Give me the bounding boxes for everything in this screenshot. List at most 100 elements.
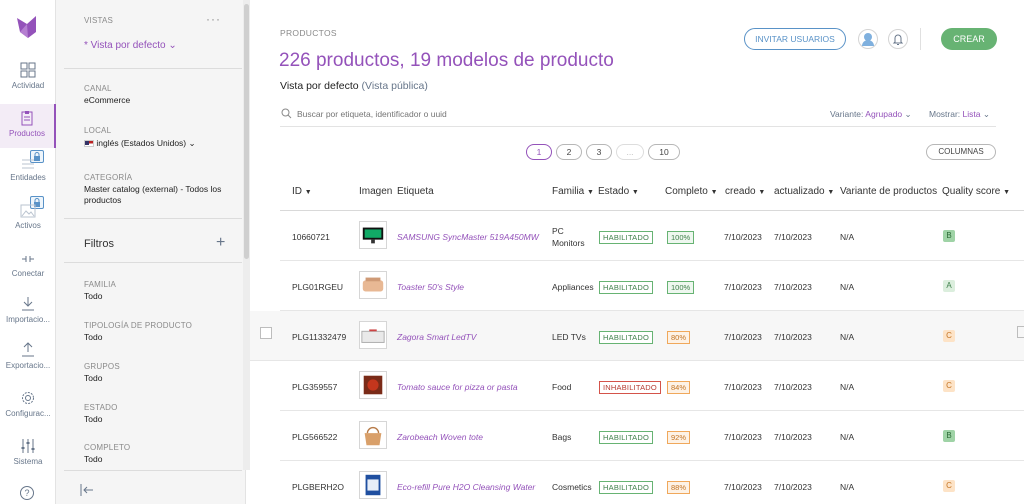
nav-item-activity[interactable]: Actividad: [0, 62, 56, 106]
filter-value-status[interactable]: Todo: [84, 414, 102, 424]
column-header-family[interactable]: Familia ▼: [552, 186, 594, 197]
column-label: ID: [292, 186, 302, 197]
status-badge: HABILITADO: [599, 331, 654, 344]
completeness-badge: 80%: [667, 331, 691, 344]
category-value-line2[interactable]: productos: [84, 195, 121, 205]
nav-item-imports[interactable]: Importacio...: [0, 296, 56, 340]
nav-label: Actividad: [11, 81, 45, 90]
page-1-button[interactable]: 1: [526, 144, 552, 160]
product-label-link[interactable]: Toaster 50's Style: [397, 282, 464, 292]
variant-selector[interactable]: Variante: Agrupado ⌄: [830, 109, 912, 120]
columns-button[interactable]: COLUMNAS: [926, 144, 996, 160]
table-row[interactable]: PLG01RGEU Toaster 50's Style Appliances HAB…: [280, 261, 1024, 311]
column-header-created[interactable]: creado ▼: [725, 186, 765, 197]
invite-users-button[interactable]: INVITAR USUARIOS: [744, 28, 846, 50]
product-variant: N/A: [840, 432, 855, 442]
column-label: actualizado: [774, 186, 825, 197]
chevron-down-icon: ⌄: [188, 138, 196, 148]
create-button[interactable]: CREAR: [941, 28, 997, 50]
view-subtitle: Vista por defecto (Vista pública): [280, 80, 428, 92]
chevron-down-icon: ⌄: [982, 109, 991, 119]
panel-scrollbar-thumb[interactable]: [244, 4, 249, 259]
notifications-button[interactable]: [888, 29, 908, 49]
table-row[interactable]: PLG359557 Tomato sauce for pizza or pasta…: [280, 361, 1024, 411]
product-label-link[interactable]: Eco-refill Pure H2O Cleansing Water: [397, 482, 535, 492]
view-name: Vista por defecto: [280, 80, 359, 92]
nav-item-products[interactable]: Productos: [0, 104, 56, 148]
divider: [64, 262, 242, 263]
filter-label-typology: TIPOLOGÍA DE PRODUCTO: [84, 321, 193, 330]
product-label-link[interactable]: Zarobeach Woven tote: [397, 432, 483, 442]
column-header-status[interactable]: Estado ▼: [598, 186, 639, 197]
avatar[interactable]: [858, 29, 878, 49]
variant-value: Agrupado: [865, 109, 903, 119]
us-flag-icon: [84, 140, 94, 148]
more-options-icon[interactable]: ···: [206, 12, 221, 26]
nav-item-system[interactable]: Sistema: [0, 438, 56, 482]
column-header-id[interactable]: ID ▼: [292, 186, 312, 197]
quality-score-badge: A: [943, 280, 955, 292]
product-thumbnail[interactable]: [359, 271, 387, 299]
breadcrumb[interactable]: PRODUCTOS: [280, 28, 337, 38]
product-label-link[interactable]: Tomato sauce for pizza or pasta: [397, 382, 518, 392]
column-header-complete[interactable]: Completo ▼: [665, 186, 718, 197]
completeness-badge: 100%: [667, 281, 695, 294]
sort-icon: ▼: [587, 189, 594, 196]
channel-selector[interactable]: eCommerce: [84, 95, 130, 105]
display-selector[interactable]: Mostrar: Lista ⌄: [929, 109, 990, 120]
table-row[interactable]: 10660721 SAMSUNG SyncMaster 519A450MW PC Mo…: [280, 211, 1024, 261]
product-label-link[interactable]: SAMSUNG SyncMaster 519A450MW: [397, 232, 539, 242]
updated-date: 7/10/2023: [774, 382, 812, 392]
app-logo[interactable]: [14, 14, 40, 40]
updated-date: 7/10/2023: [774, 332, 812, 342]
filter-value-complete[interactable]: Todo: [84, 454, 102, 464]
nav-label: Configurac...: [5, 409, 51, 418]
product-label-link[interactable]: Zagora Smart LedTV: [397, 332, 476, 342]
product-thumbnail[interactable]: [359, 321, 387, 349]
product-thumbnail[interactable]: [359, 221, 387, 249]
nav-item-exports[interactable]: Exportacio...: [0, 342, 56, 386]
locale-label: LOCAL: [84, 126, 112, 135]
column-header-updated[interactable]: actualizado ▼: [774, 186, 834, 197]
table-row[interactable]: PLG11332479 Zagora Smart LedTV LED TVs HABI…: [250, 311, 1024, 361]
page-2-button[interactable]: 2: [556, 144, 582, 160]
product-thumbnail[interactable]: [359, 421, 387, 449]
view-selector[interactable]: * Vista por defecto ⌄: [84, 40, 177, 51]
page-3-button[interactable]: 3: [586, 144, 612, 160]
chevron-down-icon: ⌄: [904, 109, 912, 119]
nav-label: Importacio...: [5, 315, 50, 324]
row-action-icon[interactable]: [1017, 326, 1024, 338]
product-thumbnail[interactable]: [359, 371, 387, 399]
views-label: VISTAS: [84, 16, 114, 25]
status-badge: HABILITADO: [599, 481, 654, 494]
quality-score-badge: B: [943, 430, 955, 442]
locale-selector[interactable]: inglés (Estados Unidos) ⌄: [84, 138, 196, 149]
divider: [64, 68, 242, 69]
divider: [64, 218, 242, 219]
import-icon: [22, 297, 34, 311]
created-date: 7/10/2023: [724, 382, 762, 392]
category-value[interactable]: Master catalog (external) - Todos los: [84, 184, 221, 194]
locale-value: inglés (Estados Unidos): [96, 138, 187, 148]
product-thumbnail[interactable]: [359, 471, 387, 499]
search-input[interactable]: [297, 107, 677, 121]
table-row[interactable]: PLGBERH2O Eco-refill Pure H2O Cleansing W…: [280, 461, 1024, 504]
nav-item-settings[interactable]: Configurac...: [0, 390, 56, 434]
table-row[interactable]: PLG566522 Zarobeach Woven tote Bags HABILIT…: [280, 411, 1024, 461]
filter-value-groups[interactable]: Todo: [84, 373, 102, 383]
collapse-panel-icon[interactable]: [80, 484, 94, 496]
nav-item-connect[interactable]: Conectar: [0, 252, 56, 296]
filter-value-typology[interactable]: Todo: [84, 332, 102, 342]
nav-item-assets[interactable]: Activos: [0, 204, 56, 248]
filter-value-family[interactable]: Todo: [84, 291, 102, 301]
nav-item-entities[interactable]: Entidades: [0, 158, 56, 202]
add-filter-icon[interactable]: +: [216, 234, 225, 252]
product-family: Food: [552, 382, 572, 392]
quality-score-badge: C: [943, 380, 955, 392]
help-icon[interactable]: ?: [20, 486, 34, 500]
created-date: 7/10/2023: [724, 332, 762, 342]
column-header-quality-score[interactable]: Quality score ▼: [942, 186, 1010, 197]
row-select-checkbox[interactable]: [260, 327, 272, 339]
bell-icon: [892, 34, 904, 45]
page-10-button[interactable]: 10: [648, 144, 680, 160]
